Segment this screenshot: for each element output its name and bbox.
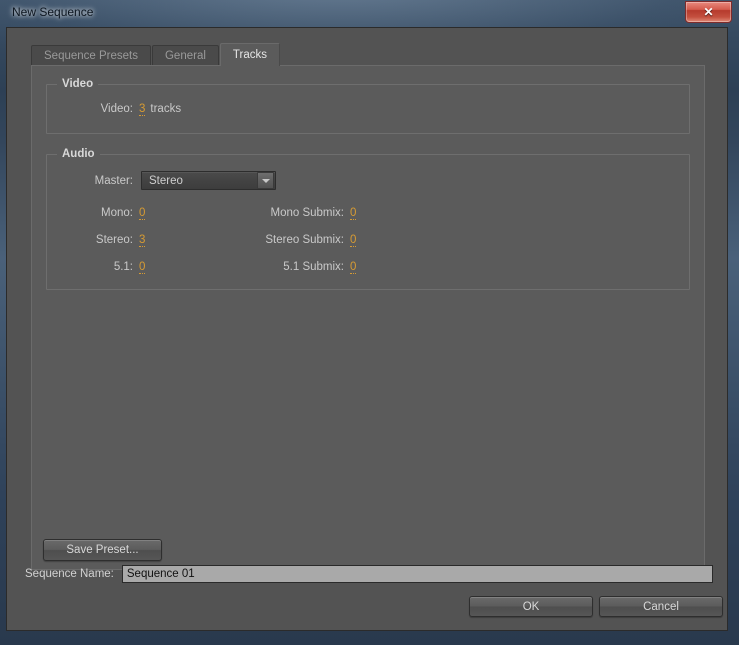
chevron-down-icon[interactable] (257, 172, 274, 189)
save-preset-button[interactable]: Save Preset... (43, 539, 162, 561)
audio-master-row: Master: Stereo (47, 171, 276, 190)
audio-groupbox-title: Audio (57, 148, 100, 160)
tab-sequence-presets[interactable]: Sequence Presets (31, 45, 151, 66)
surround-51-submix-label: 5.1 Submix: (283, 261, 344, 273)
video-tracks-value[interactable]: 3 (139, 103, 146, 116)
window-frame: New Sequence ✕ Sequence Presets General … (0, 0, 739, 645)
titlebar[interactable]: New Sequence ✕ (0, 0, 739, 26)
video-tracks-row: Video: 3 tracks (47, 103, 689, 116)
mono-label: Mono: (101, 207, 133, 219)
ok-button[interactable]: OK (469, 596, 593, 617)
mono-submix-label: Mono Submix: (270, 207, 344, 219)
window-title: New Sequence (12, 5, 94, 19)
video-tracks-unit: tracks (150, 103, 182, 115)
audio-track-counts-grid: Mono: 0 Mono Submix: 0 Stereo: 3 Stereo … (47, 203, 689, 284)
audio-master-dropdown-value: Stereo (149, 174, 183, 187)
stereo-submix-label: Stereo Submix: (265, 234, 344, 246)
surround-51-label: 5.1: (113, 261, 133, 273)
video-groupbox: Video Video: 3 tracks (46, 78, 690, 134)
audio-groupbox: Audio Master: Stereo Mono: 0 Mono Submix… (46, 148, 690, 290)
surround-51-submix-value[interactable]: 0 (350, 261, 357, 274)
cancel-button-label: Cancel (643, 600, 679, 613)
audio-row-51: 5.1: 0 5.1 Submix: 0 (47, 257, 689, 284)
close-icon: ✕ (703, 5, 714, 19)
mono-value[interactable]: 0 (139, 207, 146, 220)
tab-label: Tracks (232, 49, 267, 61)
tab-general[interactable]: General (151, 45, 219, 66)
tab-strip: Sequence Presets General Tracks (31, 43, 281, 66)
audio-master-dropdown[interactable]: Stereo (141, 171, 276, 190)
video-tracks-label: Video: (100, 103, 133, 115)
video-groupbox-title: Video (57, 78, 99, 90)
save-preset-label: Save Preset... (66, 544, 139, 556)
caret-shape (261, 178, 270, 183)
audio-row-mono: Mono: 0 Mono Submix: 0 (47, 203, 689, 230)
dialog-client-area: Sequence Presets General Tracks Video Vi… (6, 27, 728, 631)
sequence-name-label: Sequence Name: (25, 568, 114, 580)
tab-label: Sequence Presets (44, 50, 138, 62)
sequence-name-row: Sequence Name: (25, 565, 713, 583)
mono-submix-value[interactable]: 0 (350, 207, 357, 220)
tracks-panel: Video Video: 3 tracks Audio Master: Ster… (31, 65, 705, 570)
stereo-value[interactable]: 3 (139, 234, 146, 247)
close-button[interactable]: ✕ (685, 1, 732, 23)
stereo-submix-value[interactable]: 0 (350, 234, 357, 247)
cancel-button[interactable]: Cancel (599, 596, 723, 617)
ok-button-label: OK (522, 600, 540, 613)
tab-label: General (164, 50, 206, 62)
sequence-name-input[interactable] (121, 565, 713, 583)
audio-row-stereo: Stereo: 3 Stereo Submix: 0 (47, 230, 689, 257)
tab-tracks[interactable]: Tracks (219, 43, 280, 66)
surround-51-value[interactable]: 0 (139, 261, 146, 274)
stereo-label: Stereo: (95, 234, 133, 246)
audio-master-label: Master: (94, 174, 133, 187)
